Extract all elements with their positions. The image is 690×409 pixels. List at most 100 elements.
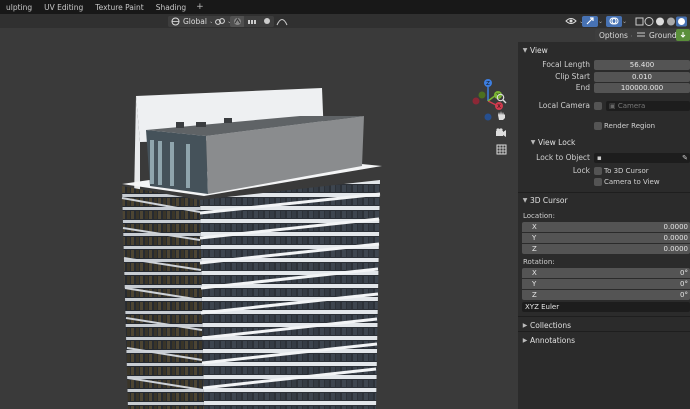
ground-dropdown[interactable]: Ground: [632, 29, 681, 41]
camera-to-view-label: Camera to View: [604, 178, 660, 186]
3d-cursor-title: 3D Cursor: [530, 195, 568, 205]
camera-selector[interactable]: ▣ Camera: [606, 101, 690, 111]
snap-icon: [234, 17, 241, 25]
svg-text:Z: Z: [486, 81, 490, 87]
eyedropper-icon[interactable]: ✎: [682, 153, 688, 163]
clip-start-field[interactable]: 0.010: [594, 72, 690, 82]
shading-mode-buttons: [644, 15, 690, 27]
camera-icon: ▣: [609, 102, 618, 110]
local-camera-label: Local Camera: [538, 101, 590, 110]
local-camera-checkbox[interactable]: [594, 102, 602, 110]
3d-viewport[interactable]: Z X Y: [0, 28, 518, 409]
download-icon: [680, 32, 686, 38]
axis-value: 0.0000: [663, 223, 689, 231]
overlays-icon: [609, 17, 619, 25]
location-label: Location:: [523, 212, 555, 220]
rendered-shading-icon[interactable]: [676, 16, 687, 26]
view-lock-title: View Lock: [538, 137, 576, 147]
lock-object-selector[interactable]: ▪ ✎: [594, 153, 690, 163]
3d-cursor-panel-header[interactable]: ▼ 3D Cursor: [518, 193, 690, 207]
axis-label: X: [532, 223, 537, 231]
wireframe-shading-icon[interactable]: [644, 16, 654, 26]
axis-label: Y: [532, 234, 537, 242]
gizmo-dropdown[interactable]: ⌄: [596, 15, 603, 27]
axis-label: X: [532, 269, 537, 277]
snap-toggle[interactable]: [230, 15, 245, 27]
options-label: Options: [599, 30, 628, 40]
location-y-field[interactable]: Y 0.0000: [522, 233, 690, 243]
rotation-x-field[interactable]: X 0°: [522, 268, 690, 278]
panel-expanded-icon: ▼: [522, 46, 528, 54]
lock-label: Lock: [572, 166, 590, 175]
axis-value: 0°: [680, 280, 688, 288]
viewport-header: Global ⌄ ⌄ ⌄ ⌄: [0, 14, 690, 28]
clip-start-label: Clip Start: [555, 72, 590, 81]
view-lock-header[interactable]: ▼ View Lock: [526, 135, 690, 149]
to-3d-cursor-label: To 3D Cursor: [604, 167, 649, 175]
rotation-mode-dropdown[interactable]: XYZ Euler: [522, 302, 690, 312]
proportional-edit-icon: [264, 18, 270, 24]
transform-orientation-dropdown[interactable]: Global ⌄: [168, 15, 217, 27]
axis-value: 0°: [680, 269, 688, 277]
tab-sculpting[interactable]: ulpting: [0, 3, 38, 12]
ground-label: Ground: [649, 30, 677, 40]
location-z-field[interactable]: Z 0.0000: [522, 244, 690, 254]
focal-length-field[interactable]: 56.400: [594, 60, 690, 70]
rotation-y-field[interactable]: Y 0°: [522, 279, 690, 289]
pan-hand-icon[interactable]: [493, 107, 509, 123]
axis-value: 0.0000: [663, 245, 689, 253]
location-x-field[interactable]: X 0.0000: [522, 222, 690, 232]
focal-length-label: Focal Length: [542, 60, 590, 69]
chevron-down-icon: ⌄: [598, 17, 604, 25]
overlays-dropdown[interactable]: ⌄: [620, 15, 627, 27]
rotation-label: Rotation:: [523, 258, 555, 266]
panel-expanded-icon: ▼: [522, 196, 528, 204]
camera-placeholder: Camera: [617, 102, 646, 110]
orientation-label: Global: [183, 16, 207, 26]
solid-shading-icon[interactable]: [656, 17, 664, 25]
view-panel-title: View: [530, 45, 548, 55]
camera-to-view-checkbox[interactable]: [594, 178, 602, 186]
selectability-icon: [565, 18, 577, 24]
snap-increment-icon: [248, 19, 256, 24]
axis-label: Z: [532, 291, 537, 299]
axis-value: 0°: [680, 291, 688, 299]
tab-texture-paint[interactable]: Texture Paint: [89, 3, 149, 12]
snap-grid-icon: [637, 32, 645, 37]
object-icon: ▪: [597, 154, 602, 162]
falloff-dropdown[interactable]: [273, 15, 291, 27]
rotation-z-field[interactable]: Z 0°: [522, 290, 690, 300]
render-region-checkbox[interactable]: [594, 122, 602, 130]
xray-icon: [635, 17, 644, 25]
save-indicator-button[interactable]: [676, 29, 690, 41]
material-preview-icon[interactable]: [667, 17, 675, 25]
collections-title: Collections: [530, 320, 572, 330]
tab-shading[interactable]: Shading: [150, 3, 192, 12]
gizmo-icon: [586, 17, 594, 25]
lock-to-3d-cursor-checkbox[interactable]: [594, 167, 602, 175]
camera-view-icon[interactable]: [493, 124, 509, 140]
axis-label: Z: [532, 245, 537, 253]
pivot-icon: [215, 17, 225, 25]
workspace-tab-bar: ulpting UV Editing Texture Paint Shading…: [0, 0, 690, 14]
transform-orientation-icon: [171, 17, 180, 25]
grid-perspective-icon[interactable]: [493, 141, 509, 157]
panel-expanded-icon: ▼: [530, 138, 536, 146]
annotations-panel-header[interactable]: ▶ Annotations: [518, 333, 690, 347]
panel-divider: [518, 331, 690, 332]
chevron-down-icon: ⌄: [622, 17, 628, 25]
tab-uv-editing[interactable]: UV Editing: [38, 3, 89, 12]
view-panel-header[interactable]: ▼ View: [518, 43, 690, 57]
panel-divider: [518, 316, 690, 317]
axis-value: 0.0000: [663, 234, 689, 242]
panel-collapsed-icon: ▶: [522, 336, 528, 344]
collections-panel-header[interactable]: ▶ Collections: [518, 318, 690, 332]
annotations-title: Annotations: [530, 335, 576, 345]
clip-end-field[interactable]: 100000.000: [594, 83, 690, 93]
proportional-edit-toggle[interactable]: [260, 15, 274, 27]
zoom-icon[interactable]: [493, 90, 509, 106]
add-workspace-button[interactable]: +: [192, 2, 208, 12]
options-row: Options ⌄ Ground: [0, 28, 690, 42]
falloff-curve-icon: [276, 18, 288, 25]
building-render: [121, 88, 382, 409]
